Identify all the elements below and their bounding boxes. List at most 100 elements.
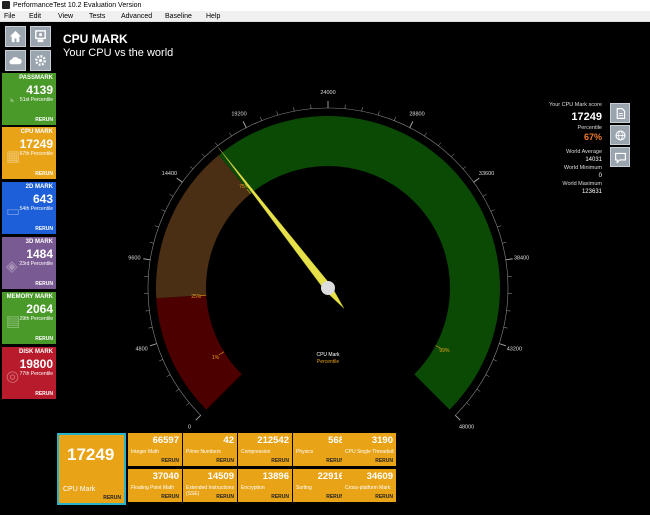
test-tile-prime-numbers[interactable]: 42 Prime Numbers RERUN (183, 433, 237, 466)
gauge-percentile-label: 25% (191, 294, 202, 300)
tile-percentile: 54th Percentile (19, 206, 53, 212)
rerun-button[interactable]: RERUN (271, 494, 289, 500)
gauge-tick-label: 33600 (479, 171, 494, 177)
gauge-minor-tick (260, 116, 262, 121)
tile-label: DISK MARK (19, 349, 53, 355)
test-tile-compression[interactable]: 212542 Compression RERUN (238, 433, 292, 466)
tile-value: 212542 (257, 435, 289, 446)
gauge-major-tick (143, 258, 151, 261)
sidebar-tile-disk-mark[interactable]: ◎ DISK MARK 19800 77th Percentile RERUN (2, 347, 56, 399)
home-icon (9, 30, 22, 43)
sidebar-tile-cpu-mark[interactable]: ▦ CPU MARK 17249 67th Percentile RERUN (2, 127, 56, 179)
disk-icon: ◎ (6, 368, 20, 385)
menu-advanced[interactable]: Advanced (121, 11, 152, 22)
cloud-button[interactable] (5, 50, 26, 71)
rerun-button[interactable]: RERUN (35, 391, 53, 397)
gauge-major-tick (454, 414, 461, 421)
gauge-minor-tick (149, 241, 154, 244)
sidebar-tile-2d-mark[interactable]: ▭ 2D MARK 643 54th Percentile RERUN (2, 182, 56, 234)
gauge-tick-label: 4800 (135, 347, 147, 353)
settings-button[interactable] (30, 50, 51, 71)
app-icon (2, 1, 10, 9)
menu-bar: File Edit View Tests Advanced Baseline H… (0, 11, 650, 22)
menu-tests[interactable]: Tests (89, 11, 105, 22)
rerun-button[interactable]: RERUN (35, 117, 53, 123)
rerun-button[interactable]: RERUN (161, 458, 179, 464)
world-minimum-label: World Minimum (563, 165, 602, 171)
test-tile-floating-point-math[interactable]: 37040 Floating Point Math RERUN (128, 469, 182, 502)
rerun-button[interactable]: RERUN (216, 458, 234, 464)
tile-label: PASSMARK (19, 75, 53, 81)
rerun-button[interactable]: RERUN (35, 336, 53, 342)
rerun-button[interactable]: RERUN (271, 458, 289, 464)
rerun-button[interactable]: RERUN (35, 171, 53, 177)
gauge-major-tick (242, 121, 247, 128)
tile-value: 17249 (19, 137, 53, 151)
score-value: 17249 (571, 111, 602, 123)
sidebar-tile-3d-mark[interactable]: ◈ 3D MARK 1484 23rd Percentile RERUN (2, 237, 56, 289)
gauge-tick-label: 38400 (514, 255, 529, 261)
tile-percentile: 67th Percentile (19, 151, 53, 157)
gauge-minor-tick (361, 107, 363, 112)
gauge-minor-tick (490, 209, 495, 212)
tile-percentile: 51st Percentile (19, 97, 53, 103)
tile-label: CPU MARK (20, 129, 53, 135)
tile-name: CPU Mark (63, 486, 96, 493)
tile-value: 34609 (366, 471, 393, 482)
sidebar-tile-memory-mark[interactable]: ▤ MEMORY MARK 2064 29th Percentile RERUN (2, 292, 56, 344)
test-tile-integer-math[interactable]: 66597 Integer Math RERUN (128, 433, 182, 466)
sidebar-tile-passmark[interactable]: ◔ PASSMARK 4139 51st Percentile RERUN (2, 73, 56, 125)
chat-button[interactable] (610, 147, 630, 167)
test-tile-physics[interactable]: 568 Physics RERUN (293, 433, 347, 466)
gauge-tick-label: 48000 (459, 425, 474, 431)
gauge-minor-tick (502, 241, 507, 244)
home-button[interactable] (5, 26, 26, 47)
test-tile-cross-platform-mark[interactable]: 34609 Cross-platform Mark RERUN (342, 469, 396, 502)
gauge-minor-tick (493, 359, 497, 362)
percentile-value: 67% (583, 132, 602, 142)
test-tile-encryption[interactable]: 13896 Encryption RERUN (238, 469, 292, 502)
gauge-minor-tick (506, 310, 511, 312)
settings-icon (35, 55, 46, 66)
gauge-major-tick (499, 343, 506, 347)
gauge-tick-label: 43200 (507, 347, 522, 353)
globe-button[interactable] (610, 125, 630, 145)
tile-label: 3D MARK (25, 239, 53, 245)
rerun-button[interactable]: RERUN (35, 226, 53, 232)
test-tile-sorting[interactable]: 22916 Sorting RERUN (293, 469, 347, 502)
menu-file[interactable]: File (4, 11, 15, 22)
menu-view[interactable]: View (58, 11, 73, 22)
cpu-mark-main-tile[interactable]: 17249 CPU Mark RERUN (57, 433, 126, 505)
menu-baseline[interactable]: Baseline (165, 11, 192, 22)
gauge-minor-tick (154, 225, 159, 228)
rerun-button[interactable]: RERUN (161, 494, 179, 500)
system-info-button[interactable] (30, 26, 51, 47)
tile-value: 17249 (67, 445, 115, 464)
gauge-major-tick (176, 177, 183, 183)
menu-help[interactable]: Help (206, 11, 220, 22)
test-tile-extended-instructions[interactable]: 14509 Extended Instructions (SSE) RERUN (183, 469, 237, 502)
gauge-minor-tick (466, 402, 470, 406)
rerun-button[interactable]: RERUN (375, 494, 393, 500)
rerun-button[interactable]: RERUN (103, 495, 121, 501)
system-info-icon (35, 30, 46, 43)
menu-edit[interactable]: Edit (29, 11, 41, 22)
gauge-scale-arc (147, 107, 509, 416)
gauge-minor-tick (166, 374, 171, 377)
test-tile-cpu-single-threaded[interactable]: 3190 CPU Single Threaded RERUN (342, 433, 396, 466)
world-minimum-value: 0 (598, 173, 602, 179)
gauge-center-label: CPU Mark (316, 352, 340, 358)
tile-name: Physics (296, 449, 314, 455)
tile-label: 2D MARK (25, 184, 53, 190)
rerun-button[interactable]: RERUN (35, 281, 53, 287)
gauge-needle-hub (321, 281, 335, 295)
tile-value: 14509 (207, 471, 234, 482)
rerun-button[interactable]: RERUN (375, 458, 393, 464)
rerun-button[interactable]: RERUN (216, 494, 234, 500)
document-button[interactable] (610, 103, 630, 123)
tile-name: Integer Math (131, 449, 160, 455)
document-icon (616, 107, 625, 119)
gauge-minor-tick (148, 327, 153, 329)
score-label: Your CPU Mark score (549, 102, 602, 108)
gauge-minor-tick (159, 359, 163, 362)
